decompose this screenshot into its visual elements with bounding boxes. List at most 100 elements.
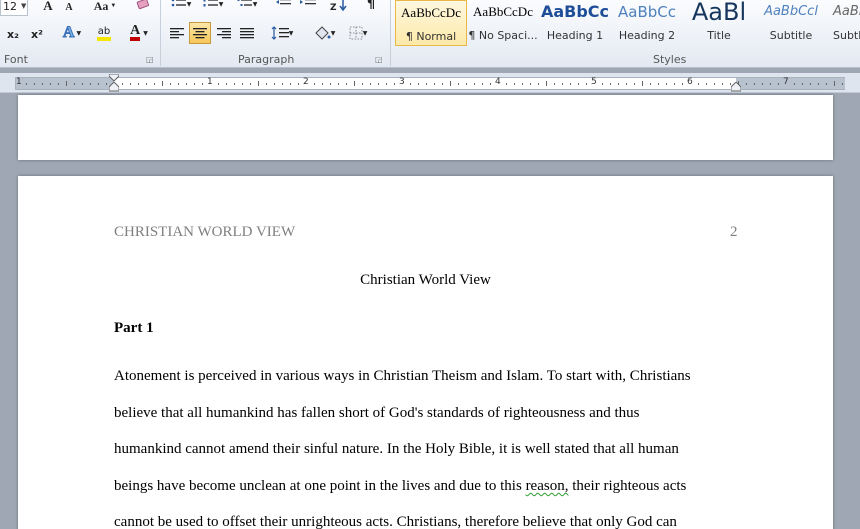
previous-page[interactable] <box>18 95 833 160</box>
ruler-tick <box>50 83 51 85</box>
paragraph-group-label: Paragraph <box>238 53 295 66</box>
ruler-tick <box>338 83 339 85</box>
style-subtitle[interactable]: AaBbCcl Subtitle <box>755 0 827 46</box>
increase-indent-button[interactable] <box>298 0 318 14</box>
section-heading: Part 1 <box>114 320 154 336</box>
right-indent-marker-icon[interactable] <box>731 82 741 92</box>
font-dialog-launcher-icon[interactable]: ◲ <box>146 55 155 64</box>
body-text: their righteous acts <box>568 478 687 494</box>
ruler-tick <box>754 83 755 85</box>
ruler-tick <box>314 83 315 85</box>
body-line: humankind cannot amend their sinful natu… <box>114 441 679 457</box>
ruler-tick <box>522 83 523 85</box>
ruler-strip: 1 1 2 3 4 5 6 7 <box>15 74 845 92</box>
ruler-tick <box>490 83 491 85</box>
ruler-tick <box>570 83 571 85</box>
grow-font-button[interactable]: A <box>40 0 56 16</box>
style-sample: AaBb <box>833 4 860 19</box>
style-sample: AaBbCc <box>618 3 676 21</box>
ruler-number: 2 <box>303 77 309 87</box>
ruler-tick <box>354 81 355 86</box>
paragraph-dialog-launcher-icon[interactable]: ◲ <box>375 55 384 64</box>
ruler-tick <box>330 83 331 85</box>
chevron-down-icon: ▼ <box>143 29 148 37</box>
ruler-tick <box>698 83 699 85</box>
ruler-tick <box>778 83 779 85</box>
eraser-icon <box>136 0 150 10</box>
ruler-tick <box>322 83 323 85</box>
align-left-button[interactable] <box>166 22 188 44</box>
style-sample: AaBbCcDc <box>473 4 533 19</box>
highlight-label: ab <box>97 25 111 37</box>
ruler-tick <box>634 83 635 85</box>
ruler-tick <box>82 83 83 85</box>
grammar-flagged-word[interactable]: reason, <box>526 478 569 494</box>
horizontal-ruler[interactable]: 1 1 2 3 4 5 6 7 <box>0 73 860 93</box>
justify-button[interactable] <box>236 22 258 44</box>
numbering-button[interactable]: ▼ <box>200 0 226 14</box>
ruler-tick <box>130 83 131 85</box>
clear-formatting-button[interactable] <box>134 0 154 14</box>
ruler-tick <box>394 83 395 85</box>
align-right-button[interactable] <box>213 22 235 44</box>
font-color-button[interactable]: A ▼ <box>124 23 154 43</box>
shading-button[interactable]: ▼ <box>310 22 338 44</box>
group-separator <box>390 0 391 66</box>
style-name: Title <box>707 29 731 42</box>
ruler-tick <box>218 83 219 85</box>
justify-icon <box>240 28 254 39</box>
text-effects-icon: A <box>62 24 75 42</box>
sort-icon: Z <box>330 0 347 12</box>
style-heading-2[interactable]: AaBbCc Heading 2 <box>611 0 683 46</box>
show-formatting-button[interactable]: ¶ <box>362 0 380 14</box>
shrink-font-button[interactable]: A <box>62 0 76 17</box>
change-case-button[interactable]: Aa ▼ <box>92 0 118 16</box>
ruler-tick <box>178 83 179 85</box>
subscript-button[interactable]: x₂ <box>4 24 22 44</box>
ruler-tick <box>458 83 459 85</box>
superscript-button[interactable]: x² <box>28 24 46 44</box>
style-name: Subtl <box>833 29 860 42</box>
increase-indent-icon <box>300 0 316 5</box>
ruler-tick <box>194 83 195 85</box>
bullets-button[interactable]: ▼ <box>168 0 194 14</box>
ruler-tick <box>386 83 387 85</box>
chevron-down-icon: ▼ <box>218 0 224 8</box>
font-color-label: A <box>130 23 141 38</box>
style-heading-1[interactable]: AaBbCc Heading 1 <box>539 0 611 46</box>
ruler-tick <box>106 83 107 85</box>
style-sample: AaBbCc <box>540 2 610 21</box>
ruler-tick <box>98 83 99 85</box>
highlight-button[interactable]: ab <box>90 23 118 43</box>
ruler-tick <box>290 83 291 85</box>
style-sample: AaBl <box>691 0 747 24</box>
first-line-indent-marker-icon[interactable] <box>109 74 119 82</box>
ruler-tick <box>682 83 683 85</box>
line-spacing-button[interactable]: ▼ <box>268 22 296 44</box>
multilevel-list-button[interactable]: ▼ <box>234 0 260 14</box>
align-center-button[interactable] <box>189 22 211 44</box>
chevron-down-icon: ▼ <box>186 0 192 8</box>
ruler-tick <box>610 83 611 85</box>
body-line: cannot be used to offset their unrighteo… <box>114 514 677 529</box>
ruler-tick <box>202 83 203 85</box>
style-name: Heading 1 <box>546 29 604 42</box>
ruler-tick <box>506 83 507 85</box>
font-size-box[interactable]: 12 ▼ <box>0 0 28 16</box>
style-normal[interactable]: AaBbCcDc ¶ Normal <box>395 0 467 46</box>
ruler-tick <box>834 81 835 86</box>
ruler-tick <box>842 83 843 85</box>
borders-button[interactable]: ▼ <box>344 22 372 44</box>
style-no-spacing[interactable]: AaBbCcDc ¶ No Spaci... <box>467 0 539 46</box>
text-effects-button[interactable]: A ▼ <box>58 23 86 43</box>
font-size-value: 12 <box>3 0 17 13</box>
decrease-indent-button[interactable] <box>274 0 294 14</box>
hanging-indent-marker-icon[interactable] <box>109 82 119 92</box>
ruler-tick <box>298 83 299 85</box>
sort-button[interactable]: Z <box>328 0 350 14</box>
ruler-tick <box>722 83 723 85</box>
ruler-tick <box>154 83 155 85</box>
style-subtle-emphasis[interactable]: AaBb Subtl <box>827 0 860 46</box>
document-page[interactable]: CHRISTIAN WORLD VIEW 2 Christian World V… <box>18 176 833 529</box>
style-title[interactable]: AaBl Title <box>683 0 755 46</box>
